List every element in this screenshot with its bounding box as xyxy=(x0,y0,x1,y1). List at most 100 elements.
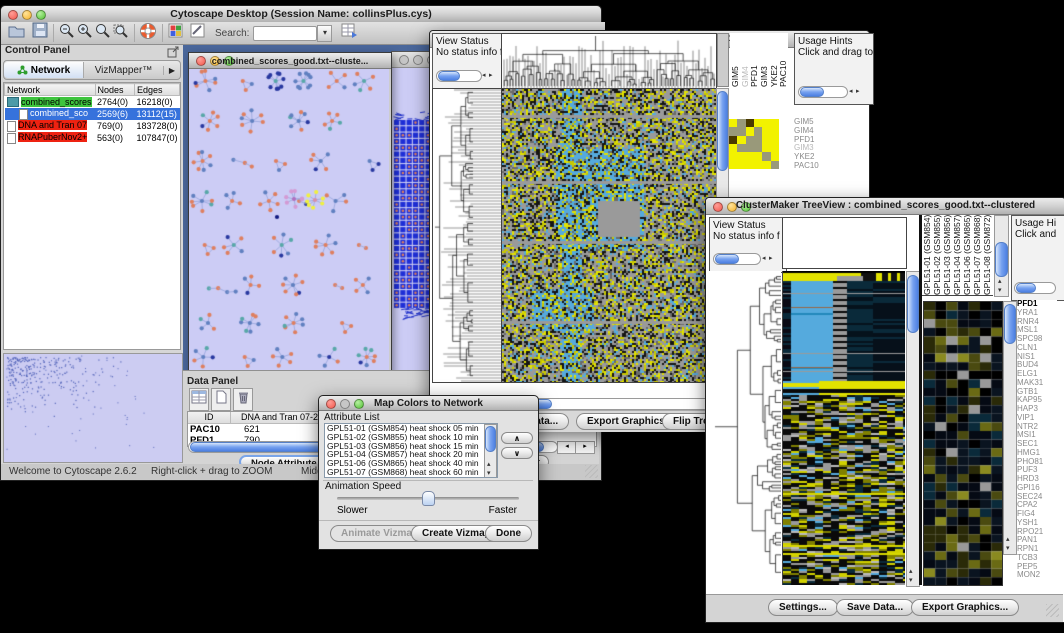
matrix-cell[interactable] xyxy=(754,136,762,144)
annotation-icon[interactable] xyxy=(189,22,207,44)
zoomview-col-scrollbar[interactable]: ▴▾ xyxy=(994,215,1009,297)
matrix-cell[interactable] xyxy=(771,144,779,152)
import-table-icon[interactable] xyxy=(340,22,359,44)
float-panel-icon[interactable] xyxy=(167,45,179,59)
vizmapper-icon[interactable] xyxy=(167,22,185,44)
save-icon[interactable] xyxy=(32,22,49,44)
table-row-selected[interactable]: combined_sco 2569(6) 13112(15) xyxy=(5,108,180,120)
view-status-scrollbar[interactable] xyxy=(436,70,482,82)
matrix-cell[interactable] xyxy=(771,161,779,169)
col-header-network[interactable]: Network xyxy=(5,84,96,96)
zoom-heatmap-scrollbar[interactable]: ▴▾ xyxy=(1003,301,1017,555)
search-dropdown-icon[interactable]: ▾ xyxy=(317,25,332,42)
matrix-cell[interactable] xyxy=(746,144,754,152)
row-dendrogram[interactable] xyxy=(432,88,502,383)
usage-hints-scrollbar[interactable] xyxy=(1014,282,1056,294)
scroll-right-icon[interactable]: ▸ xyxy=(575,441,595,454)
attribute-table-icon[interactable] xyxy=(189,388,209,411)
matrix-cell[interactable] xyxy=(746,119,754,127)
table-row[interactable]: DNA and Tran 07 769(0) 183728(0) xyxy=(5,120,180,132)
matrix-cell[interactable] xyxy=(737,161,745,169)
zoom-out-icon[interactable] xyxy=(58,22,76,44)
matrix-cell[interactable] xyxy=(771,152,779,160)
network-window-1[interactable]: combined_scores_good.txt--cluste... xyxy=(188,52,392,370)
matrix-cell[interactable] xyxy=(754,127,762,135)
listbox-scrollbar[interactable]: ▴▾ xyxy=(484,424,497,478)
matrix-cell[interactable] xyxy=(762,152,770,160)
export-graphics-button[interactable]: Export Graphics... xyxy=(911,599,1019,616)
matrix-cell[interactable] xyxy=(762,161,770,169)
column-dendrogram[interactable] xyxy=(501,33,717,89)
tab-network[interactable]: Network xyxy=(4,62,84,78)
matrix-cell[interactable] xyxy=(762,136,770,144)
tab-more-arrow[interactable]: ▶ xyxy=(163,66,180,75)
table-row[interactable]: RNAPuberNov2+ 563(0) 107847(0) xyxy=(5,132,180,144)
zoom-selected-icon[interactable] xyxy=(112,22,130,44)
zoom-matrix[interactable] xyxy=(729,119,779,169)
speed-slider-thumb[interactable] xyxy=(422,491,435,506)
move-down-button[interactable]: ∨ xyxy=(501,447,533,459)
matrix-cell[interactable] xyxy=(729,161,737,169)
global-heatmap[interactable] xyxy=(501,88,717,383)
open-file-icon[interactable] xyxy=(7,22,26,44)
matrix-cell[interactable] xyxy=(771,119,779,127)
network-canvas[interactable] xyxy=(189,69,389,370)
matrix-cell[interactable] xyxy=(729,152,737,160)
col-header-nodes[interactable]: Nodes xyxy=(95,84,134,96)
matrix-cell[interactable] xyxy=(746,152,754,160)
row-dendrogram[interactable] xyxy=(709,271,781,585)
treeview2-title-bar[interactable]: ClusterMaker TreeView : combined_scores_… xyxy=(706,198,1064,215)
tab-vizmapper[interactable]: VizMapper™ xyxy=(84,65,163,76)
delete-attribute-icon[interactable] xyxy=(233,388,253,411)
help-lifering-icon[interactable] xyxy=(139,22,158,45)
resize-grip[interactable] xyxy=(1046,604,1059,617)
matrix-cell[interactable] xyxy=(754,119,762,127)
matrix-cell[interactable] xyxy=(746,136,754,144)
zoom-fit-icon[interactable] xyxy=(94,22,112,44)
zoom-in-icon[interactable] xyxy=(76,22,94,44)
main-title-bar[interactable]: Cytoscape Desktop (Session Name: collins… xyxy=(1,6,601,23)
matrix-cell[interactable] xyxy=(754,144,762,152)
column-dendrogram-area[interactable] xyxy=(782,217,907,269)
heatmap-vscrollbar[interactable]: ▴▾ xyxy=(906,271,920,587)
matrix-cell[interactable] xyxy=(737,127,745,135)
search-input[interactable] xyxy=(253,26,317,41)
matrix-cell[interactable] xyxy=(729,127,737,135)
settings-button[interactable]: Settings... xyxy=(768,599,838,616)
window-minimize-icon[interactable] xyxy=(413,55,423,65)
matrix-cell[interactable] xyxy=(737,119,745,127)
matrix-cell[interactable] xyxy=(729,136,737,144)
matrix-cell[interactable] xyxy=(729,144,737,152)
matrix-cell[interactable] xyxy=(746,161,754,169)
birdseye-view[interactable] xyxy=(4,354,180,460)
matrix-cell[interactable] xyxy=(754,152,762,160)
view-status-scrollbar[interactable] xyxy=(713,253,761,265)
matrix-cell[interactable] xyxy=(746,127,754,135)
new-attribute-icon[interactable] xyxy=(211,388,231,411)
matrix-cell[interactable] xyxy=(771,136,779,144)
matrix-cell[interactable] xyxy=(754,161,762,169)
resize-grip[interactable] xyxy=(585,465,598,478)
done-button[interactable]: Done xyxy=(485,525,532,542)
table-row[interactable]: combined_scores 2764(0) 16218(0) xyxy=(5,96,180,109)
matrix-cell[interactable] xyxy=(771,127,779,135)
usage-hints-scrollbar[interactable] xyxy=(798,86,848,98)
col-header-id[interactable]: ID xyxy=(188,412,231,423)
matrix-cell[interactable] xyxy=(762,127,770,135)
matrix-cell[interactable] xyxy=(737,144,745,152)
attribute-listbox[interactable]: GPL51-01 (GSM854) heat shock 05 minGPL51… xyxy=(324,423,498,478)
save-data-button[interactable]: Save Data... xyxy=(836,599,914,616)
global-heatmap[interactable] xyxy=(782,271,905,585)
move-up-button[interactable]: ∧ xyxy=(501,432,533,444)
matrix-cell[interactable] xyxy=(737,152,745,160)
matrix-cell[interactable] xyxy=(737,136,745,144)
attribute-list-item[interactable]: GPL51-07 (GSM868) heat shock 60 min xyxy=(327,468,497,477)
matrix-cell[interactable] xyxy=(762,144,770,152)
scroll-left-icon[interactable]: ◂ xyxy=(557,441,577,454)
window-close-icon[interactable] xyxy=(399,55,409,65)
dialog-title-bar[interactable]: Map Colors to Network xyxy=(319,396,538,411)
matrix-cell[interactable] xyxy=(762,119,770,127)
matrix-cell[interactable] xyxy=(729,119,737,127)
zoom-heatmap[interactable] xyxy=(923,301,1003,586)
col-header-edges[interactable]: Edges xyxy=(134,84,179,96)
